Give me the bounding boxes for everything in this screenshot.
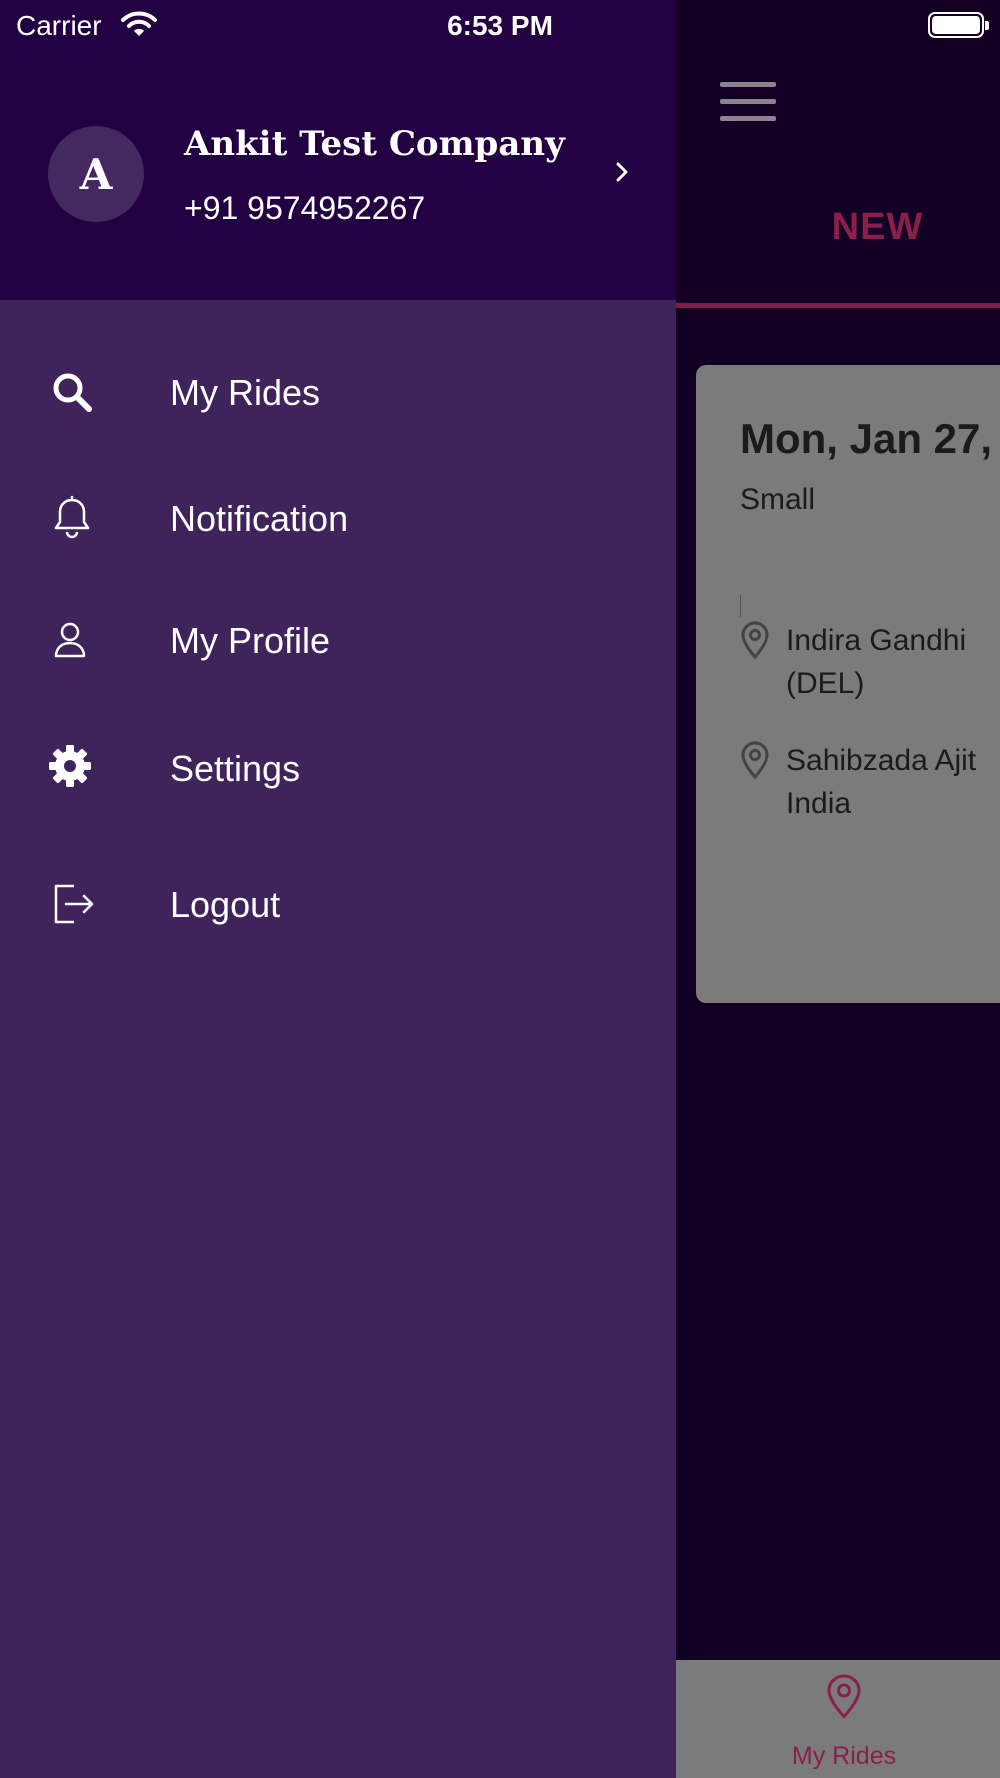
menu-item-label: Settings <box>170 748 301 789</box>
tab-indicator <box>676 303 1000 308</box>
menu-item-label: My Rides <box>170 372 321 413</box>
logout-icon <box>54 884 94 924</box>
avatar: A <box>48 126 144 222</box>
side-drawer: A Ankit Test Company +91 9574952267 My R… <box>0 0 676 1778</box>
bottom-tab-label: My Rides <box>791 1742 897 1770</box>
route-line <box>740 595 741 617</box>
user-icon <box>54 622 86 658</box>
user-name: Ankit Test Company <box>184 124 565 164</box>
pickup-line1: Indira Gandhi <box>786 624 967 657</box>
menu-item-settings[interactable]: Settings <box>0 712 676 822</box>
menu-item-logout[interactable]: Logout <box>0 848 676 958</box>
chevron-right-icon[interactable] <box>612 160 632 184</box>
tab-new[interactable]: NEW <box>770 206 985 249</box>
drop-line2: India <box>786 787 852 820</box>
location-pin-icon <box>741 741 769 780</box>
battery-icon <box>928 12 989 38</box>
search-icon <box>53 373 92 412</box>
bottom-tab-my-rides[interactable]: My Rides <box>676 1660 1000 1778</box>
vehicle-size: Small <box>740 483 816 516</box>
menu-item-notification[interactable]: Notification <box>0 462 676 572</box>
drop-line1: Sahibzada Ajit <box>786 744 977 777</box>
menu-item-my-rides[interactable]: My Rides <box>0 336 676 446</box>
location-pin-icon <box>741 621 769 660</box>
ride-date: Mon, Jan 27, <box>740 415 993 462</box>
menu-item-label: Notification <box>170 498 349 539</box>
ride-card[interactable]: Mon, Jan 27, Small Indira Gandhi (DEL) Sa… <box>696 365 1000 1003</box>
menu-item-label: My Profile <box>170 620 331 661</box>
pickup-location: Indira Gandhi (DEL) <box>740 619 1000 705</box>
drop-location: Sahibzada Ajit India <box>740 739 1000 825</box>
menu-icon[interactable] <box>720 82 776 122</box>
gear-icon <box>49 745 91 787</box>
user-phone: +91 9574952267 <box>184 190 426 226</box>
location-pin-icon <box>827 1674 861 1719</box>
status-bar: Carrier 6:53 PM <box>0 0 1000 52</box>
menu-item-my-profile[interactable]: My Profile <box>0 584 676 694</box>
bell-icon <box>54 495 90 539</box>
menu-item-label: Logout <box>170 884 281 925</box>
pickup-line2: (DEL) <box>786 667 865 700</box>
clock: 6:53 PM <box>447 10 553 41</box>
